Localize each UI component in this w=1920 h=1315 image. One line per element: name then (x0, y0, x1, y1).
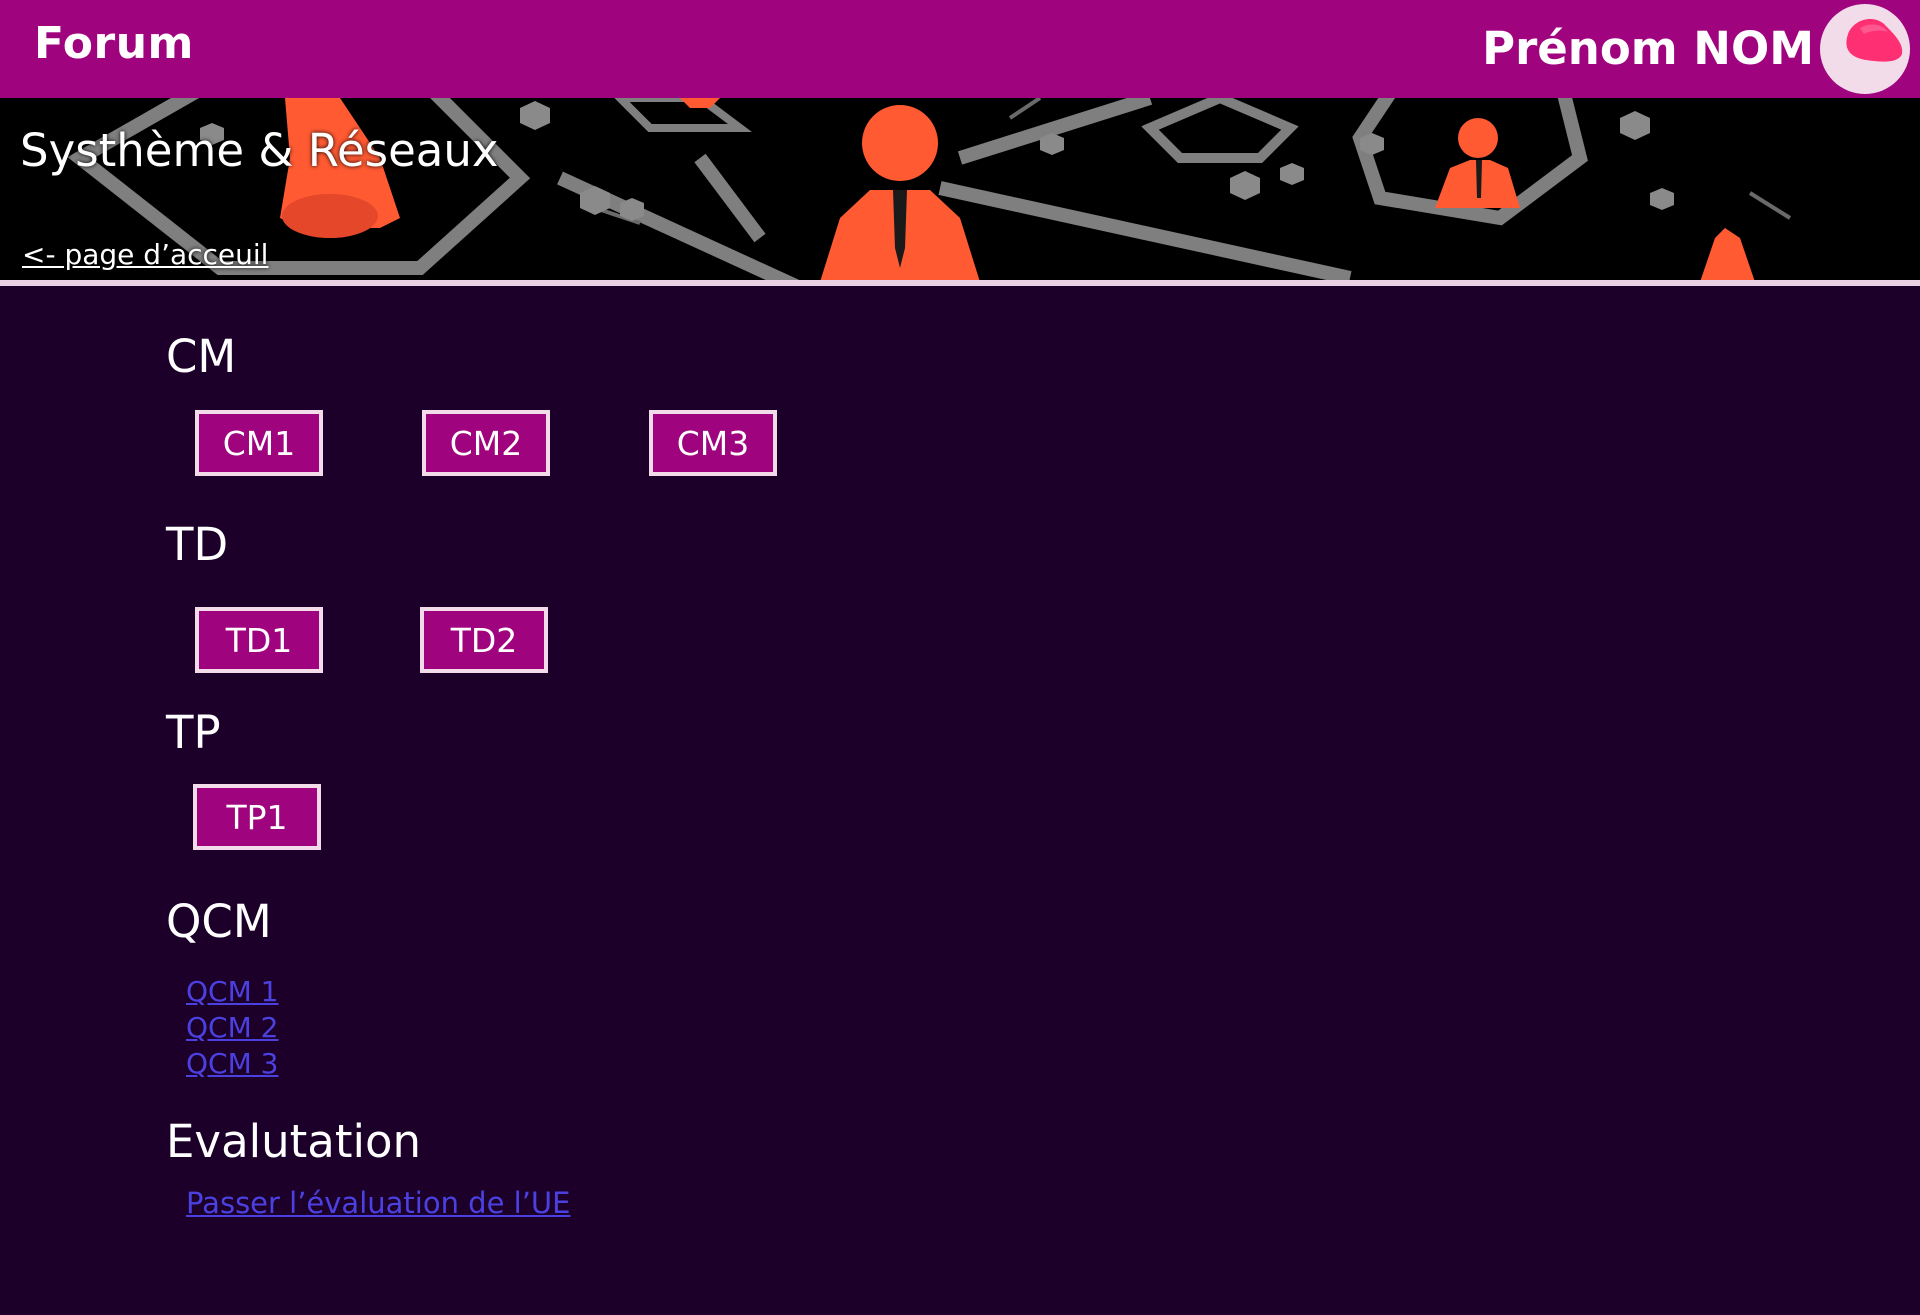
banner-divider (0, 280, 1920, 286)
user-name[interactable]: Prénom NOM (1482, 22, 1814, 75)
home-page-link[interactable]: <- page d’acceuil (22, 238, 268, 271)
td-heading: TD (166, 518, 229, 571)
course-title: Systhème & Réseaux (20, 124, 499, 177)
qcm-link-list: QCM 1 QCM 2 QCM 3 (186, 974, 278, 1082)
cm-heading: CM (166, 330, 237, 383)
td1-button[interactable]: TD1 (195, 607, 323, 673)
cm2-button[interactable]: CM2 (422, 410, 550, 476)
take-evaluation-link[interactable]: Passer l’évaluation de l’UE (186, 1186, 570, 1220)
avatar-blob-icon (1846, 19, 1903, 62)
forum-title[interactable]: Forum (34, 18, 194, 69)
qcm-heading: QCM (166, 895, 272, 948)
cm1-button[interactable]: CM1 (195, 410, 323, 476)
qcm-1-link[interactable]: QCM 1 (186, 974, 278, 1010)
tp1-button[interactable]: TP1 (193, 784, 321, 850)
qcm-3-link[interactable]: QCM 3 (186, 1046, 278, 1082)
top-bar: Forum Prénom NOM (0, 0, 1920, 98)
qcm-2-link[interactable]: QCM 2 (186, 1010, 278, 1046)
course-banner: Systhème & Réseaux <- page d’acceuil (0, 98, 1920, 282)
cm3-button[interactable]: CM3 (649, 410, 777, 476)
avatar[interactable] (1820, 4, 1910, 94)
td2-button[interactable]: TD2 (420, 607, 548, 673)
tp-heading: TP (166, 706, 221, 759)
evaluation-heading: Evalutation (166, 1115, 422, 1168)
